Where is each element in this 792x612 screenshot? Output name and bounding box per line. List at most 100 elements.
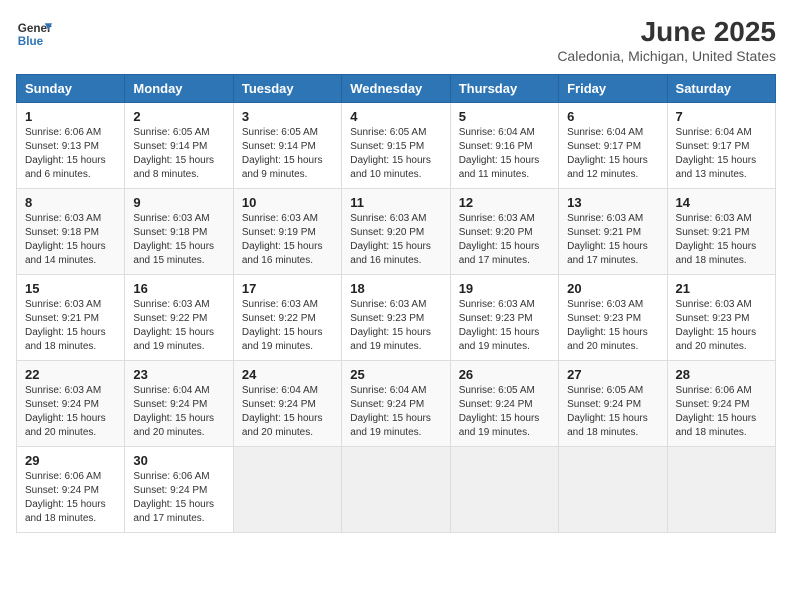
day-info: Sunrise: 6:03 AMSunset: 9:20 PMDaylight:… xyxy=(459,212,550,268)
calendar-week-row: 22 Sunrise: 6:03 AMSunset: 9:24 PMDaylig… xyxy=(17,361,776,447)
col-sunday: Sunday xyxy=(17,75,125,103)
day-number: 16 xyxy=(133,281,224,296)
day-info: Sunrise: 6:03 AMSunset: 9:24 PMDaylight:… xyxy=(25,384,116,440)
col-wednesday: Wednesday xyxy=(342,75,450,103)
calendar-week-row: 29 Sunrise: 6:06 AMSunset: 9:24 PMDaylig… xyxy=(17,447,776,533)
svg-text:Blue: Blue xyxy=(18,35,44,48)
calendar-cell: 26 Sunrise: 6:05 AMSunset: 9:24 PMDaylig… xyxy=(450,361,558,447)
day-info: Sunrise: 6:03 AMSunset: 9:21 PMDaylight:… xyxy=(676,212,767,268)
day-info: Sunrise: 6:03 AMSunset: 9:23 PMDaylight:… xyxy=(676,298,767,354)
calendar-cell: 7 Sunrise: 6:04 AMSunset: 9:17 PMDayligh… xyxy=(667,103,775,189)
day-number: 5 xyxy=(459,109,550,124)
calendar-cell: 20 Sunrise: 6:03 AMSunset: 9:23 PMDaylig… xyxy=(559,275,667,361)
day-info: Sunrise: 6:04 AMSunset: 9:17 PMDaylight:… xyxy=(567,126,658,182)
day-number: 6 xyxy=(567,109,658,124)
day-number: 4 xyxy=(350,109,441,124)
day-number: 29 xyxy=(25,453,116,468)
logo-icon: General Blue xyxy=(16,16,52,52)
day-info: Sunrise: 6:06 AMSunset: 9:24 PMDaylight:… xyxy=(25,470,116,526)
col-thursday: Thursday xyxy=(450,75,558,103)
day-info: Sunrise: 6:05 AMSunset: 9:15 PMDaylight:… xyxy=(350,126,441,182)
day-number: 24 xyxy=(242,367,333,382)
calendar-cell xyxy=(450,447,558,533)
calendar-cell: 23 Sunrise: 6:04 AMSunset: 9:24 PMDaylig… xyxy=(125,361,233,447)
day-info: Sunrise: 6:04 AMSunset: 9:24 PMDaylight:… xyxy=(133,384,224,440)
day-number: 10 xyxy=(242,195,333,210)
main-title: June 2025 xyxy=(557,16,776,48)
calendar-cell: 24 Sunrise: 6:04 AMSunset: 9:24 PMDaylig… xyxy=(233,361,341,447)
day-number: 22 xyxy=(25,367,116,382)
calendar-cell: 17 Sunrise: 6:03 AMSunset: 9:22 PMDaylig… xyxy=(233,275,341,361)
day-number: 19 xyxy=(459,281,550,296)
day-number: 28 xyxy=(676,367,767,382)
calendar-cell: 1 Sunrise: 6:06 AMSunset: 9:13 PMDayligh… xyxy=(17,103,125,189)
calendar-cell: 6 Sunrise: 6:04 AMSunset: 9:17 PMDayligh… xyxy=(559,103,667,189)
col-tuesday: Tuesday xyxy=(233,75,341,103)
calendar-cell: 11 Sunrise: 6:03 AMSunset: 9:20 PMDaylig… xyxy=(342,189,450,275)
calendar-cell: 14 Sunrise: 6:03 AMSunset: 9:21 PMDaylig… xyxy=(667,189,775,275)
calendar-cell: 10 Sunrise: 6:03 AMSunset: 9:19 PMDaylig… xyxy=(233,189,341,275)
calendar-cell: 29 Sunrise: 6:06 AMSunset: 9:24 PMDaylig… xyxy=(17,447,125,533)
day-number: 30 xyxy=(133,453,224,468)
day-number: 20 xyxy=(567,281,658,296)
calendar-cell: 5 Sunrise: 6:04 AMSunset: 9:16 PMDayligh… xyxy=(450,103,558,189)
day-info: Sunrise: 6:05 AMSunset: 9:14 PMDaylight:… xyxy=(133,126,224,182)
day-number: 17 xyxy=(242,281,333,296)
col-friday: Friday xyxy=(559,75,667,103)
calendar-week-row: 15 Sunrise: 6:03 AMSunset: 9:21 PMDaylig… xyxy=(17,275,776,361)
day-info: Sunrise: 6:03 AMSunset: 9:23 PMDaylight:… xyxy=(459,298,550,354)
logo: General Blue xyxy=(16,16,52,52)
day-number: 26 xyxy=(459,367,550,382)
day-number: 2 xyxy=(133,109,224,124)
day-info: Sunrise: 6:03 AMSunset: 9:22 PMDaylight:… xyxy=(242,298,333,354)
calendar-cell: 9 Sunrise: 6:03 AMSunset: 9:18 PMDayligh… xyxy=(125,189,233,275)
day-number: 13 xyxy=(567,195,658,210)
day-info: Sunrise: 6:03 AMSunset: 9:23 PMDaylight:… xyxy=(350,298,441,354)
subtitle: Caledonia, Michigan, United States xyxy=(557,48,776,64)
day-info: Sunrise: 6:04 AMSunset: 9:24 PMDaylight:… xyxy=(350,384,441,440)
day-info: Sunrise: 6:03 AMSunset: 9:19 PMDaylight:… xyxy=(242,212,333,268)
day-number: 3 xyxy=(242,109,333,124)
calendar-cell: 28 Sunrise: 6:06 AMSunset: 9:24 PMDaylig… xyxy=(667,361,775,447)
day-number: 21 xyxy=(676,281,767,296)
day-number: 25 xyxy=(350,367,441,382)
day-number: 7 xyxy=(676,109,767,124)
calendar-cell: 30 Sunrise: 6:06 AMSunset: 9:24 PMDaylig… xyxy=(125,447,233,533)
calendar-cell xyxy=(667,447,775,533)
day-number: 27 xyxy=(567,367,658,382)
day-info: Sunrise: 6:05 AMSunset: 9:14 PMDaylight:… xyxy=(242,126,333,182)
calendar-week-row: 8 Sunrise: 6:03 AMSunset: 9:18 PMDayligh… xyxy=(17,189,776,275)
day-info: Sunrise: 6:03 AMSunset: 9:21 PMDaylight:… xyxy=(25,298,116,354)
calendar-cell: 15 Sunrise: 6:03 AMSunset: 9:21 PMDaylig… xyxy=(17,275,125,361)
day-number: 18 xyxy=(350,281,441,296)
calendar-cell: 25 Sunrise: 6:04 AMSunset: 9:24 PMDaylig… xyxy=(342,361,450,447)
day-info: Sunrise: 6:03 AMSunset: 9:20 PMDaylight:… xyxy=(350,212,441,268)
calendar-header-row: Sunday Monday Tuesday Wednesday Thursday… xyxy=(17,75,776,103)
day-info: Sunrise: 6:05 AMSunset: 9:24 PMDaylight:… xyxy=(567,384,658,440)
title-block: June 2025 Caledonia, Michigan, United St… xyxy=(557,16,776,64)
calendar-cell: 2 Sunrise: 6:05 AMSunset: 9:14 PMDayligh… xyxy=(125,103,233,189)
day-info: Sunrise: 6:03 AMSunset: 9:21 PMDaylight:… xyxy=(567,212,658,268)
day-info: Sunrise: 6:03 AMSunset: 9:18 PMDaylight:… xyxy=(133,212,224,268)
day-info: Sunrise: 6:04 AMSunset: 9:24 PMDaylight:… xyxy=(242,384,333,440)
day-number: 12 xyxy=(459,195,550,210)
col-saturday: Saturday xyxy=(667,75,775,103)
calendar-cell: 22 Sunrise: 6:03 AMSunset: 9:24 PMDaylig… xyxy=(17,361,125,447)
calendar-cell: 8 Sunrise: 6:03 AMSunset: 9:18 PMDayligh… xyxy=(17,189,125,275)
day-number: 14 xyxy=(676,195,767,210)
calendar-cell: 13 Sunrise: 6:03 AMSunset: 9:21 PMDaylig… xyxy=(559,189,667,275)
day-info: Sunrise: 6:03 AMSunset: 9:18 PMDaylight:… xyxy=(25,212,116,268)
day-number: 1 xyxy=(25,109,116,124)
calendar-cell: 3 Sunrise: 6:05 AMSunset: 9:14 PMDayligh… xyxy=(233,103,341,189)
calendar-cell: 16 Sunrise: 6:03 AMSunset: 9:22 PMDaylig… xyxy=(125,275,233,361)
col-monday: Monday xyxy=(125,75,233,103)
calendar-cell xyxy=(559,447,667,533)
day-number: 23 xyxy=(133,367,224,382)
calendar-cell xyxy=(233,447,341,533)
calendar-cell xyxy=(342,447,450,533)
day-info: Sunrise: 6:06 AMSunset: 9:24 PMDaylight:… xyxy=(133,470,224,526)
page-header: General Blue June 2025 Caledonia, Michig… xyxy=(16,16,776,64)
calendar-cell: 21 Sunrise: 6:03 AMSunset: 9:23 PMDaylig… xyxy=(667,275,775,361)
day-info: Sunrise: 6:04 AMSunset: 9:17 PMDaylight:… xyxy=(676,126,767,182)
day-info: Sunrise: 6:03 AMSunset: 9:22 PMDaylight:… xyxy=(133,298,224,354)
